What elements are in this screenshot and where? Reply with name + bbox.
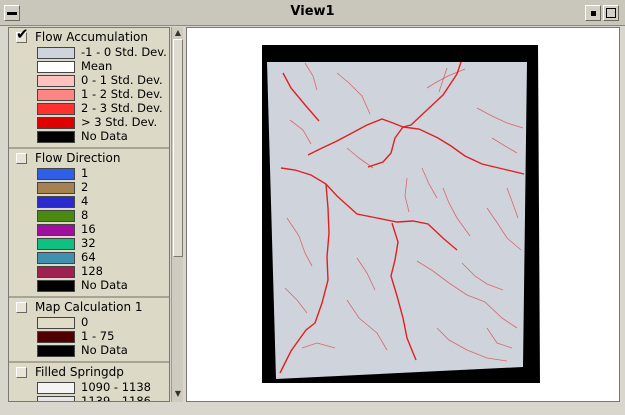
legend-label: No Data — [81, 129, 128, 143]
legend-label: 1090 - 1138 — [81, 380, 151, 394]
minimize-button[interactable] — [585, 5, 601, 21]
status-strip — [0, 402, 625, 415]
legend-label: 0 — [81, 315, 89, 329]
legend-swatch — [37, 103, 75, 115]
theme-visibility-checkbox[interactable]: ✔ — [16, 28, 29, 43]
legend-label: 128 — [81, 264, 103, 278]
legend-label: 8 — [81, 208, 89, 222]
legend-item: 16 — [9, 223, 169, 237]
legend-swatch — [37, 317, 75, 329]
legend-swatch — [37, 168, 75, 180]
legend-item: 0 - 1 Std. Dev. — [9, 74, 169, 88]
legend-label: 64 — [81, 250, 96, 264]
legend-swatch — [37, 382, 75, 394]
legend-label: No Data — [81, 343, 128, 357]
legend-item: -1 - 0 Std. Dev. — [9, 46, 169, 60]
legend-item: No Data — [9, 344, 169, 358]
legend-label: 1139 - 1186 — [81, 394, 151, 402]
theme-visibility-checkbox[interactable] — [16, 367, 27, 378]
legend-label: 4 — [81, 194, 89, 208]
theme-header[interactable]: Map Calculation 1 — [9, 298, 169, 316]
legend-item: No Data — [9, 130, 169, 144]
maximize-button[interactable] — [603, 5, 619, 21]
checkmark-icon: ✔ — [16, 27, 29, 43]
legend-item: > 3 Std. Dev. — [9, 116, 169, 130]
legend-swatch — [37, 238, 75, 250]
theme-3[interactable]: Filled Springdp 1090 - 1138 1139 - 1186 — [9, 363, 169, 402]
theme-name: Map Calculation 1 — [35, 300, 143, 314]
legend-item: 128 — [9, 265, 169, 279]
legend-item: 1 — [9, 167, 169, 181]
legend-swatch — [37, 331, 75, 343]
legend-swatch — [37, 252, 75, 264]
legend-label: No Data — [81, 278, 128, 292]
scroll-up-arrow-icon[interactable]: ▲ — [173, 28, 183, 38]
legend-swatch — [37, 117, 75, 129]
legend-swatch — [37, 75, 75, 87]
legend-label: 1 - 75 — [81, 329, 115, 343]
legend-item: 2 - 3 Std. Dev. — [9, 102, 169, 116]
flow-accumulation-raster — [267, 62, 527, 379]
legend-label: 2 — [81, 180, 89, 194]
legend-swatch — [37, 131, 75, 143]
legend-item: No Data — [9, 279, 169, 293]
legend-label: -1 - 0 Std. Dev. — [81, 45, 167, 59]
legend-item: 1090 - 1138 — [9, 381, 169, 395]
theme-header[interactable]: Filled Springdp — [9, 363, 169, 381]
legend-swatch — [37, 61, 75, 73]
scroll-thumb[interactable] — [173, 39, 183, 257]
theme-name: Flow Accumulation — [35, 30, 148, 44]
legend-label: Mean — [81, 59, 113, 73]
legend-swatch — [37, 182, 75, 194]
legend-swatch — [37, 210, 75, 222]
legend-item: 2 — [9, 181, 169, 195]
map-display[interactable] — [186, 27, 620, 402]
theme-name: Filled Springdp — [35, 365, 124, 379]
theme-2[interactable]: Map Calculation 101 - 75 No Data — [9, 298, 169, 363]
legend-item: 4 — [9, 195, 169, 209]
theme-name: Flow Direction — [35, 151, 121, 165]
legend-swatch — [37, 89, 75, 101]
legend-item: 64 — [9, 251, 169, 265]
legend-item: 8 — [9, 209, 169, 223]
legend-swatch — [37, 196, 75, 208]
map-canvas[interactable] — [187, 28, 619, 401]
legend-item: 1139 - 1186 — [9, 394, 169, 402]
legend-label: 32 — [81, 236, 96, 250]
legend-label: 16 — [81, 222, 96, 236]
theme-1[interactable]: Flow Direction 1 2 4 8 16 32 64 128 No Data — [9, 149, 169, 298]
table-of-contents: ✔ Flow Accumulation -1 - 0 Std. Dev. Mean 0 … — [8, 27, 170, 402]
legend-label: 2 - 3 Std. Dev. — [81, 101, 163, 115]
legend-label: 1 - 2 Std. Dev. — [81, 87, 163, 101]
legend-item: 32 — [9, 237, 169, 251]
legend-item: 0 — [9, 316, 169, 330]
window-title: View1 — [290, 4, 335, 19]
legend-swatch — [37, 280, 75, 292]
legend-item: Mean — [9, 60, 169, 74]
theme-header[interactable]: ✔ Flow Accumulation — [9, 28, 169, 46]
legend-label: 1 — [81, 166, 89, 180]
legend-item: 1 - 2 Std. Dev. — [9, 88, 169, 102]
legend-swatch — [37, 345, 75, 357]
scroll-down-arrow-icon[interactable]: ▼ — [173, 389, 183, 399]
theme-visibility-checkbox[interactable] — [16, 302, 27, 313]
legend-label: > 3 Std. Dev. — [81, 115, 158, 129]
theme-0[interactable]: ✔ Flow Accumulation -1 - 0 Std. Dev. Mean 0 … — [9, 28, 169, 149]
theme-header[interactable]: Flow Direction — [9, 149, 169, 167]
toc-scrollbar[interactable]: ▲ ▼ — [171, 27, 183, 402]
title-bar[interactable]: View1 — [0, 0, 625, 26]
legend-label: 0 - 1 Std. Dev. — [81, 73, 163, 87]
legend-swatch — [37, 224, 75, 236]
legend-item: 1 - 75 — [9, 330, 169, 344]
legend-swatch — [37, 266, 75, 278]
theme-visibility-checkbox[interactable] — [16, 153, 27, 164]
legend-swatch — [37, 47, 75, 59]
